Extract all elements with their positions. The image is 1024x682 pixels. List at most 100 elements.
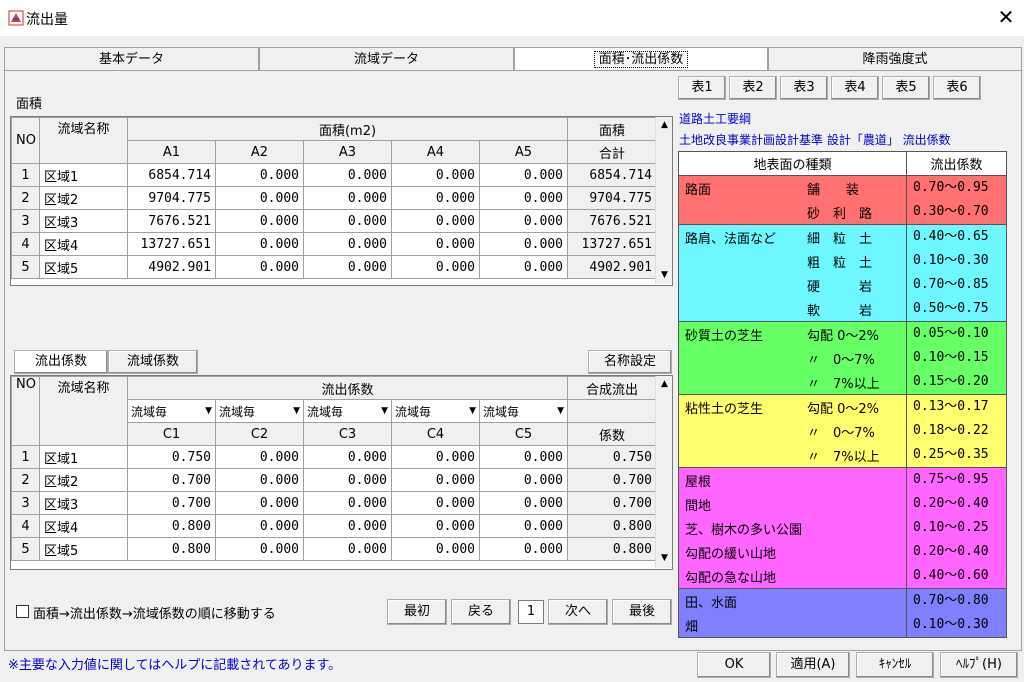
area-cell[interactable]: 0.000 [215, 186, 304, 210]
first-button[interactable]: 最初 [387, 599, 447, 625]
basin-name-cell[interactable]: 区域2 [39, 468, 128, 492]
area-cell[interactable]: 0.000 [215, 255, 304, 279]
chevron-down-icon[interactable]: ▼ [381, 406, 388, 416]
next-button[interactable]: 次へ [548, 599, 608, 625]
tab-area-runoff[interactable]: 面積･流出係数 [514, 47, 768, 71]
coef-cell[interactable]: 0.000 [391, 468, 480, 492]
area-cell[interactable]: 0.000 [479, 255, 568, 279]
coef-cell[interactable]: 0.000 [391, 537, 480, 561]
close-icon[interactable]: ✕ [994, 4, 1018, 30]
tab-basin-coef[interactable]: 流域係数 [108, 350, 198, 374]
move-order-checkbox[interactable] [16, 605, 29, 618]
coef-mode-select[interactable]: 流域毎 ▼ [391, 399, 480, 423]
coef-cell[interactable]: 0.000 [303, 491, 392, 515]
coef-cell[interactable]: 0.700 [127, 468, 216, 492]
area-cell[interactable]: 13727.651 [127, 232, 216, 256]
coef-cell[interactable]: 0.000 [391, 445, 480, 469]
basin-name-cell[interactable]: 区域3 [39, 209, 128, 233]
coef-cell[interactable]: 0.800 [127, 537, 216, 561]
scroll-up-icon[interactable]: ▲ [656, 117, 673, 134]
area-cell[interactable]: 0.000 [215, 209, 304, 233]
area-cell[interactable]: 6854.714 [127, 163, 216, 187]
area-cell[interactable]: 0.000 [391, 255, 480, 279]
area-cell[interactable]: 0.000 [215, 232, 304, 256]
area-cell[interactable]: 0.000 [303, 163, 392, 187]
area-cell[interactable]: 0.000 [479, 232, 568, 256]
tab-runoff-coef[interactable]: 流出係数 [14, 350, 108, 374]
coef-cell[interactable]: 0.750 [127, 445, 216, 469]
table-tab-5[interactable]: 表5 [882, 76, 930, 100]
coef-mode-select[interactable]: 流域毎 ▼ [479, 399, 568, 423]
coef-cell[interactable]: 0.000 [215, 514, 304, 538]
basin-name-cell[interactable]: 区域2 [39, 186, 128, 210]
coef-cell[interactable]: 0.000 [303, 468, 392, 492]
coef-cell[interactable]: 0.000 [479, 491, 568, 515]
area-cell[interactable]: 0.000 [303, 232, 392, 256]
area-cell[interactable]: 7676.521 [127, 209, 216, 233]
area-cell[interactable]: 0.000 [391, 186, 480, 210]
area-cell[interactable]: 4902.901 [127, 255, 216, 279]
cancel-button[interactable]: ｷｬﾝｾﾙ [856, 652, 934, 678]
coef-cell[interactable]: 0.000 [215, 537, 304, 561]
area-cell[interactable]: 0.000 [479, 209, 568, 233]
help-button[interactable]: ﾍﾙﾌﾟ(H) [940, 652, 1018, 678]
last-button[interactable]: 最後 [612, 599, 672, 625]
table-tab-4[interactable]: 表4 [831, 76, 879, 100]
coef-cell[interactable]: 0.000 [479, 537, 568, 561]
area-cell[interactable]: 0.000 [303, 186, 392, 210]
table-tab-1[interactable]: 表1 [678, 76, 726, 100]
area-cell[interactable]: 0.000 [391, 163, 480, 187]
chevron-down-icon[interactable]: ▼ [557, 406, 564, 416]
coef-cell[interactable]: 0.800 [127, 514, 216, 538]
area-cell[interactable]: 0.000 [479, 186, 568, 210]
scroll-down-icon[interactable]: ▼ [656, 267, 673, 284]
scroll-down-icon[interactable]: ▼ [656, 550, 673, 567]
area-cell[interactable]: 0.000 [479, 163, 568, 187]
basin-name-cell[interactable]: 区域3 [39, 491, 128, 515]
tab-rainfall-formula[interactable]: 降雨強度式 [768, 47, 1022, 71]
coef-cell[interactable]: 0.000 [479, 514, 568, 538]
coef-cell[interactable]: 0.000 [391, 491, 480, 515]
area-cell[interactable]: 0.000 [303, 209, 392, 233]
area-cell[interactable]: 0.000 [391, 209, 480, 233]
coef-cell[interactable]: 0.000 [479, 468, 568, 492]
tab-basic-data[interactable]: 基本データ [4, 47, 259, 71]
coef-cell[interactable]: 0.700 [127, 491, 216, 515]
table-tab-6[interactable]: 表6 [933, 76, 981, 100]
coef-cell[interactable]: 0.000 [479, 445, 568, 469]
tab-basin-data[interactable]: 流域データ [259, 47, 514, 71]
chevron-down-icon[interactable]: ▼ [293, 406, 300, 416]
coef-scrollbar[interactable]: ▲ ▼ [655, 376, 672, 568]
coef-cell[interactable]: 0.000 [215, 491, 304, 515]
basin-name-cell[interactable]: 区域5 [39, 537, 128, 561]
basin-name-cell[interactable]: 区域1 [39, 445, 128, 469]
coef-cell[interactable]: 0.000 [303, 537, 392, 561]
table-tab-2[interactable]: 表2 [729, 76, 777, 100]
basin-name-cell[interactable]: 区域1 [39, 163, 128, 187]
basin-name-cell[interactable]: 区域4 [39, 514, 128, 538]
basin-name-cell[interactable]: 区域4 [39, 232, 128, 256]
area-cell[interactable]: 9704.775 [127, 186, 216, 210]
area-scrollbar[interactable]: ▲ ▼ [655, 117, 672, 284]
rename-button[interactable]: 名称設定 [588, 350, 672, 374]
ok-button[interactable]: OK [697, 652, 771, 678]
coef-mode-select[interactable]: 流域毎 ▼ [215, 399, 304, 423]
coef-cell[interactable]: 0.000 [215, 445, 304, 469]
prev-button[interactable]: 戻る [451, 599, 511, 625]
coef-mode-select[interactable]: 流域毎 ▼ [303, 399, 392, 423]
apply-button[interactable]: 適用(A) [776, 652, 850, 678]
coef-mode-select[interactable]: 流域毎 ▼ [127, 399, 216, 423]
table-tab-3[interactable]: 表3 [780, 76, 828, 100]
chevron-down-icon[interactable]: ▼ [469, 406, 476, 416]
area-cell[interactable]: 0.000 [303, 255, 392, 279]
page-number-field[interactable]: 1 [518, 600, 544, 624]
coef-cell[interactable]: 0.000 [215, 468, 304, 492]
area-cell[interactable]: 0.000 [215, 163, 304, 187]
basin-name-cell[interactable]: 区域5 [39, 255, 128, 279]
scroll-up-icon[interactable]: ▲ [656, 376, 673, 393]
chevron-down-icon[interactable]: ▼ [205, 406, 212, 416]
coef-cell[interactable]: 0.000 [303, 445, 392, 469]
coef-cell[interactable]: 0.000 [391, 514, 480, 538]
coef-cell[interactable]: 0.000 [303, 514, 392, 538]
area-cell[interactable]: 0.000 [391, 232, 480, 256]
